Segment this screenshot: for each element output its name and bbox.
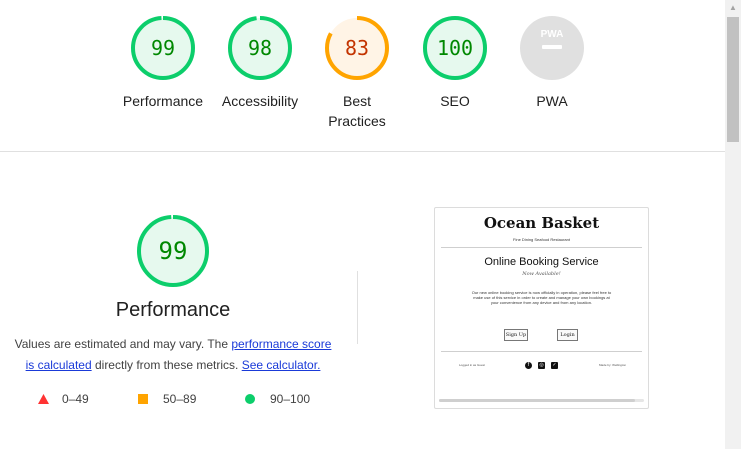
gauge-ring: PWA <box>520 16 584 80</box>
performance-gauge-ring: 99 <box>137 215 209 287</box>
legend-fail-range: 0–49 <box>62 392 89 406</box>
square-icon <box>138 394 148 404</box>
ss-divider <box>441 247 642 248</box>
gauge-label: Best Practices <box>328 93 386 129</box>
ss-available: Now Available! <box>522 271 561 277</box>
gauge-ring: 99 <box>131 16 195 80</box>
ss-paragraph: Our new online booking service is now of… <box>471 290 612 305</box>
performance-big-gauge: 99 <box>135 213 211 294</box>
gauge-performance[interactable]: 99 Performance <box>108 15 218 111</box>
vertical-divider <box>357 271 358 344</box>
gauge-ring: 98 <box>228 16 292 80</box>
legend-average-range: 50–89 <box>163 392 197 406</box>
scroll-up-arrow-icon[interactable]: ▲ <box>725 0 741 16</box>
gauge-score: 83 <box>345 36 369 60</box>
pwa-badge-bar <box>542 45 562 49</box>
ss-login-button: Login <box>557 329 578 341</box>
triangle-icon <box>38 394 49 404</box>
see-calculator-link[interactable]: See calculator. <box>242 358 321 372</box>
circle-icon <box>245 394 255 404</box>
category-scores: 99 Performance 98 Accessibility 83 Best Prac… <box>0 0 725 151</box>
gauge-label: Accessibility <box>221 93 299 109</box>
gauge-seo[interactable]: 100 SEO <box>400 15 510 111</box>
gauge-score: 100 <box>437 36 473 60</box>
ss-title: Online Booking Service <box>484 256 599 268</box>
pwa-badge-text: PWA <box>541 29 564 40</box>
page-scrollbar[interactable]: ▲ <box>725 0 741 449</box>
ss-footer-left: Logged in as Guest <box>459 363 486 367</box>
gauge-label: PWA <box>536 93 568 109</box>
description-prefix: Values are estimated and may vary. The <box>14 337 232 351</box>
ss-footer-right: Made by: Wellington <box>599 363 627 367</box>
ss-brand: Ocean Basket <box>483 214 600 232</box>
gauge-label: Performance <box>122 93 204 109</box>
ss-subtitle: Fine Dining Seafood Restaurant <box>513 237 570 242</box>
legend-pass-range: 90–100 <box>270 392 311 406</box>
gauge-score: 99 <box>151 36 175 60</box>
gauge-label: SEO <box>440 93 470 109</box>
page-screenshot-thumbnail[interactable]: Ocean Basket Fine Dining Seafood Restaur… <box>434 207 649 409</box>
facebook-icon: f <box>525 362 532 369</box>
gauge-accessibility[interactable]: 98 Accessibility <box>205 15 315 111</box>
ss-signup-button: Sign Up <box>504 329 528 341</box>
gauge-pwa[interactable]: PWA PWA <box>497 15 607 111</box>
scrollbar-thumb[interactable] <box>727 17 739 142</box>
performance-section: 99 Performance Values are estimated and … <box>0 152 725 449</box>
description-middle: directly from these metrics. <box>91 358 242 372</box>
gauge-ring: 100 <box>423 16 487 80</box>
ss-scrollbar-thumb <box>439 399 635 402</box>
legend-fail: 0–49 <box>38 392 89 406</box>
gauge-best-practices[interactable]: 83 Best Practices <box>302 15 412 131</box>
gauge-ring: 83 <box>325 16 389 80</box>
legend-pass: 90–100 <box>245 392 310 406</box>
performance-score: 99 <box>159 237 188 265</box>
ss-scrollbar <box>439 399 644 402</box>
performance-description: Values are estimated and may vary. The p… <box>12 334 334 376</box>
performance-title: Performance <box>115 299 231 321</box>
ss-footer-divider <box>441 351 642 352</box>
twitter-icon: ✓ <box>551 362 558 369</box>
gauge-score: 98 <box>248 36 272 60</box>
legend-average: 50–89 <box>138 392 196 406</box>
instagram-icon: ◎ <box>538 362 545 369</box>
